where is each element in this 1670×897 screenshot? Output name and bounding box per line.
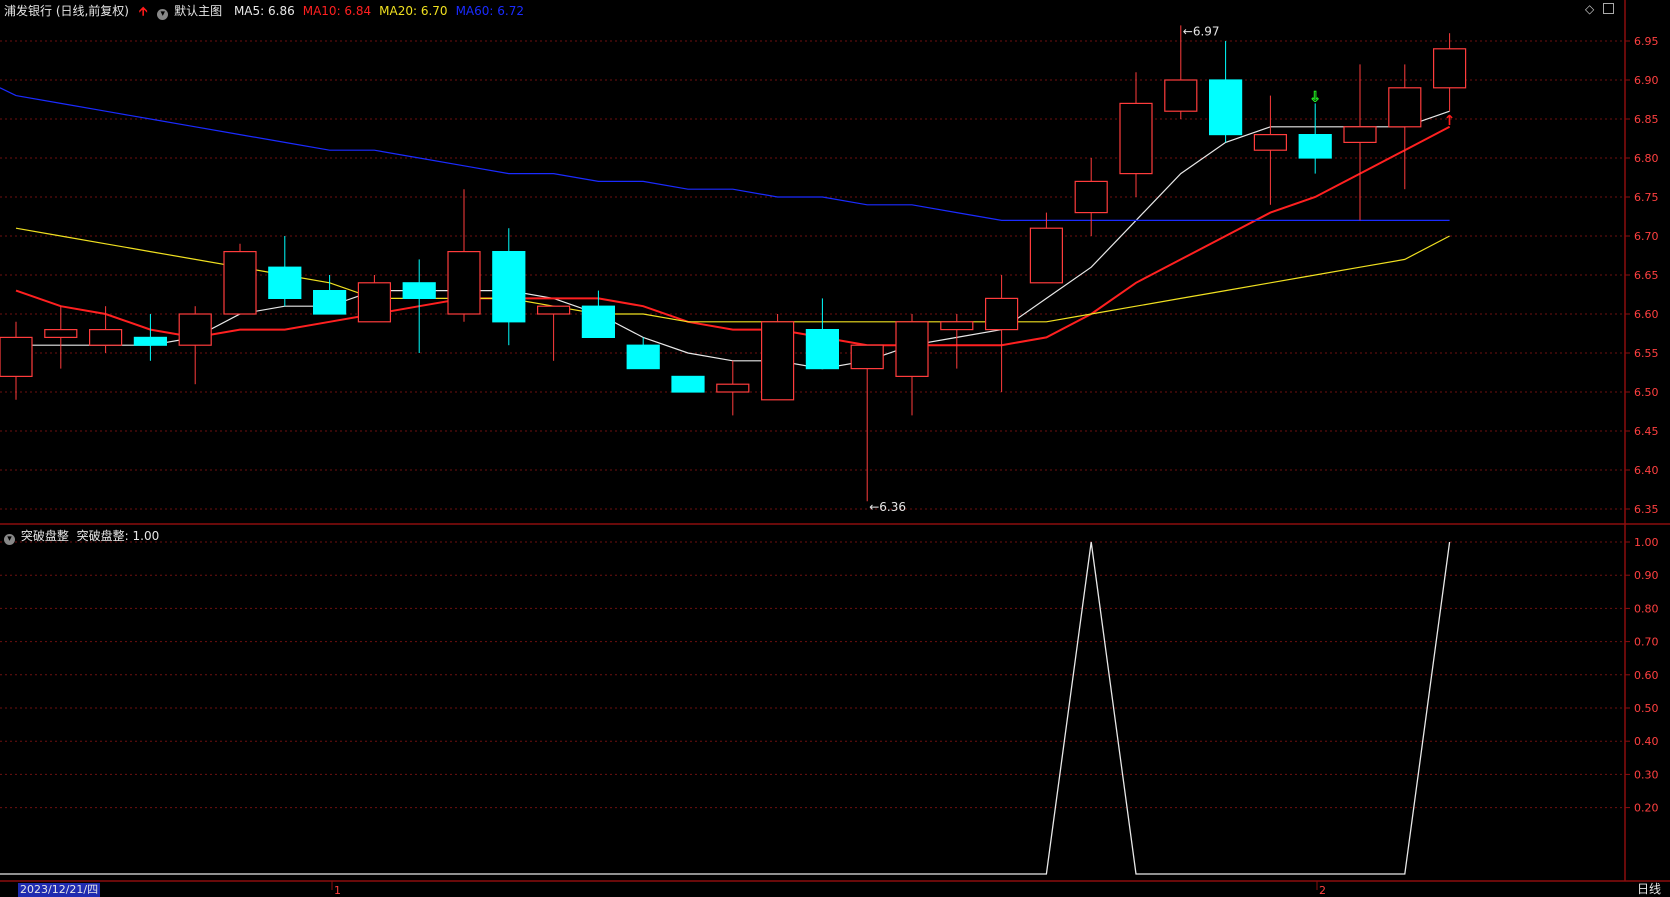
indicator-value: 突破盘整: 1.00 xyxy=(76,529,160,543)
candle-body xyxy=(402,282,436,299)
candle-body xyxy=(1029,227,1064,284)
price-tick-label: 6.45 xyxy=(1634,425,1659,438)
price-tick-label: 6.95 xyxy=(1634,35,1659,48)
candle-body xyxy=(760,321,795,401)
price-tick-label: 6.90 xyxy=(1634,74,1659,87)
candle-body xyxy=(357,282,391,323)
month-label: 1 xyxy=(334,884,341,897)
candle-body xyxy=(850,344,884,370)
dropdown-icon[interactable]: ▾ xyxy=(157,9,169,20)
indicator-tick-label: 0.90 xyxy=(1634,569,1659,582)
indicator-tick-label: 0.30 xyxy=(1634,768,1659,781)
candle-body xyxy=(1388,87,1422,128)
candle-body xyxy=(268,266,302,300)
indicator-tick-label: 0.80 xyxy=(1634,602,1659,615)
candle-body xyxy=(984,297,1019,331)
candle-body xyxy=(1164,79,1198,112)
indicator-tick-label: 0.70 xyxy=(1634,636,1659,649)
candle-body xyxy=(671,375,705,393)
period-tab-daily[interactable]: 日线 xyxy=(1628,882,1670,897)
candle-body xyxy=(447,251,481,315)
chart-header: 浦发银行 (日线,前复权) 🡩 ▾ 默认主图 MA5: 6.86 MA10: 6.… xyxy=(4,2,524,23)
sell-signal-arrow-icon: ↓ xyxy=(1309,89,1321,105)
candle-body xyxy=(1432,48,1467,89)
candle-body xyxy=(1074,180,1108,214)
candle-body xyxy=(805,329,840,370)
candle-body xyxy=(1298,134,1332,159)
candle-body xyxy=(0,336,33,377)
price-tick-label: 6.55 xyxy=(1634,347,1659,360)
price-tick-label: 6.70 xyxy=(1634,230,1659,243)
candle-body xyxy=(626,344,660,370)
candle-body xyxy=(536,305,571,315)
candle-body xyxy=(1343,126,1377,144)
ma-values: MA5: 6.86 MA10: 6.84 MA20: 6.70 MA60: 6.72 xyxy=(226,4,524,18)
price-tick-label: 6.60 xyxy=(1634,308,1659,321)
selected-date: 2023/12/21/四 xyxy=(18,883,101,897)
candle-body xyxy=(1119,102,1153,175)
indicator-tick-label: 0.40 xyxy=(1634,735,1659,748)
price-tick-label: 6.35 xyxy=(1634,503,1659,516)
extreme-price-label: ←6.36 xyxy=(869,500,906,514)
extreme-price-label: ←6.97 xyxy=(1183,24,1220,38)
candle-body xyxy=(895,321,929,377)
indicator-header: ▾ 突破盘整 突破盘整: 1.00 xyxy=(4,527,159,545)
month-label: 2 xyxy=(1319,884,1326,897)
diamond-icon[interactable]: ◇ xyxy=(1585,2,1594,16)
candle-body xyxy=(940,321,974,331)
up-arrow-icon: 🡩 xyxy=(138,4,148,18)
candle-body xyxy=(178,313,212,346)
candle-body xyxy=(44,329,78,339)
buy-signal-arrow-icon: ↑ xyxy=(1444,113,1456,129)
grid-lines xyxy=(0,40,1625,809)
candle-body xyxy=(716,383,750,393)
maximize-icon[interactable] xyxy=(1603,3,1614,14)
candle-body xyxy=(133,336,167,346)
main-chart-name[interactable]: 默认主图 xyxy=(174,4,222,18)
price-tick-label: 6.80 xyxy=(1634,152,1659,165)
candle-body xyxy=(581,305,616,339)
price-tick-label: 6.40 xyxy=(1634,464,1659,477)
stock-title[interactable]: 浦发银行 (日线,前复权) xyxy=(4,4,129,18)
candle-body xyxy=(88,329,123,346)
candle-body xyxy=(313,290,347,315)
kline-chart-area[interactable]: ←6.97 ←6.36 ↓ ↑ 6.95 6.90 6.85 6.80 6.75 6.70 6.6… xyxy=(0,0,1670,897)
price-tick-label: 6.65 xyxy=(1634,269,1659,282)
indicator-tick-label: 1.00 xyxy=(1634,536,1659,549)
ma-value-label: MA60: 6.72 xyxy=(455,4,524,18)
price-tick-label: 6.75 xyxy=(1634,191,1659,204)
price-tick-label: 6.85 xyxy=(1634,113,1659,126)
indicator-line xyxy=(0,541,1451,875)
ma-value-label: MA20: 6.70 xyxy=(379,4,448,18)
ma-value-label: MA10: 6.84 xyxy=(302,4,372,18)
candle-body xyxy=(223,251,257,315)
price-tick-label: 6.50 xyxy=(1634,386,1659,399)
indicator-name[interactable]: 突破盘整 xyxy=(21,529,69,543)
ma-value-label: MA5: 6.86 xyxy=(233,4,295,18)
candle-body xyxy=(1253,134,1288,151)
indicator-tick-label: 0.60 xyxy=(1634,669,1659,682)
candle-body xyxy=(1208,79,1243,136)
indicator-dropdown-icon[interactable]: ▾ xyxy=(4,534,15,545)
breakout-indicator-line xyxy=(0,541,1451,875)
candle-body xyxy=(492,251,526,323)
indicator-tick-label: 0.20 xyxy=(1634,802,1659,815)
indicator-tick-label: 0.50 xyxy=(1634,702,1659,715)
